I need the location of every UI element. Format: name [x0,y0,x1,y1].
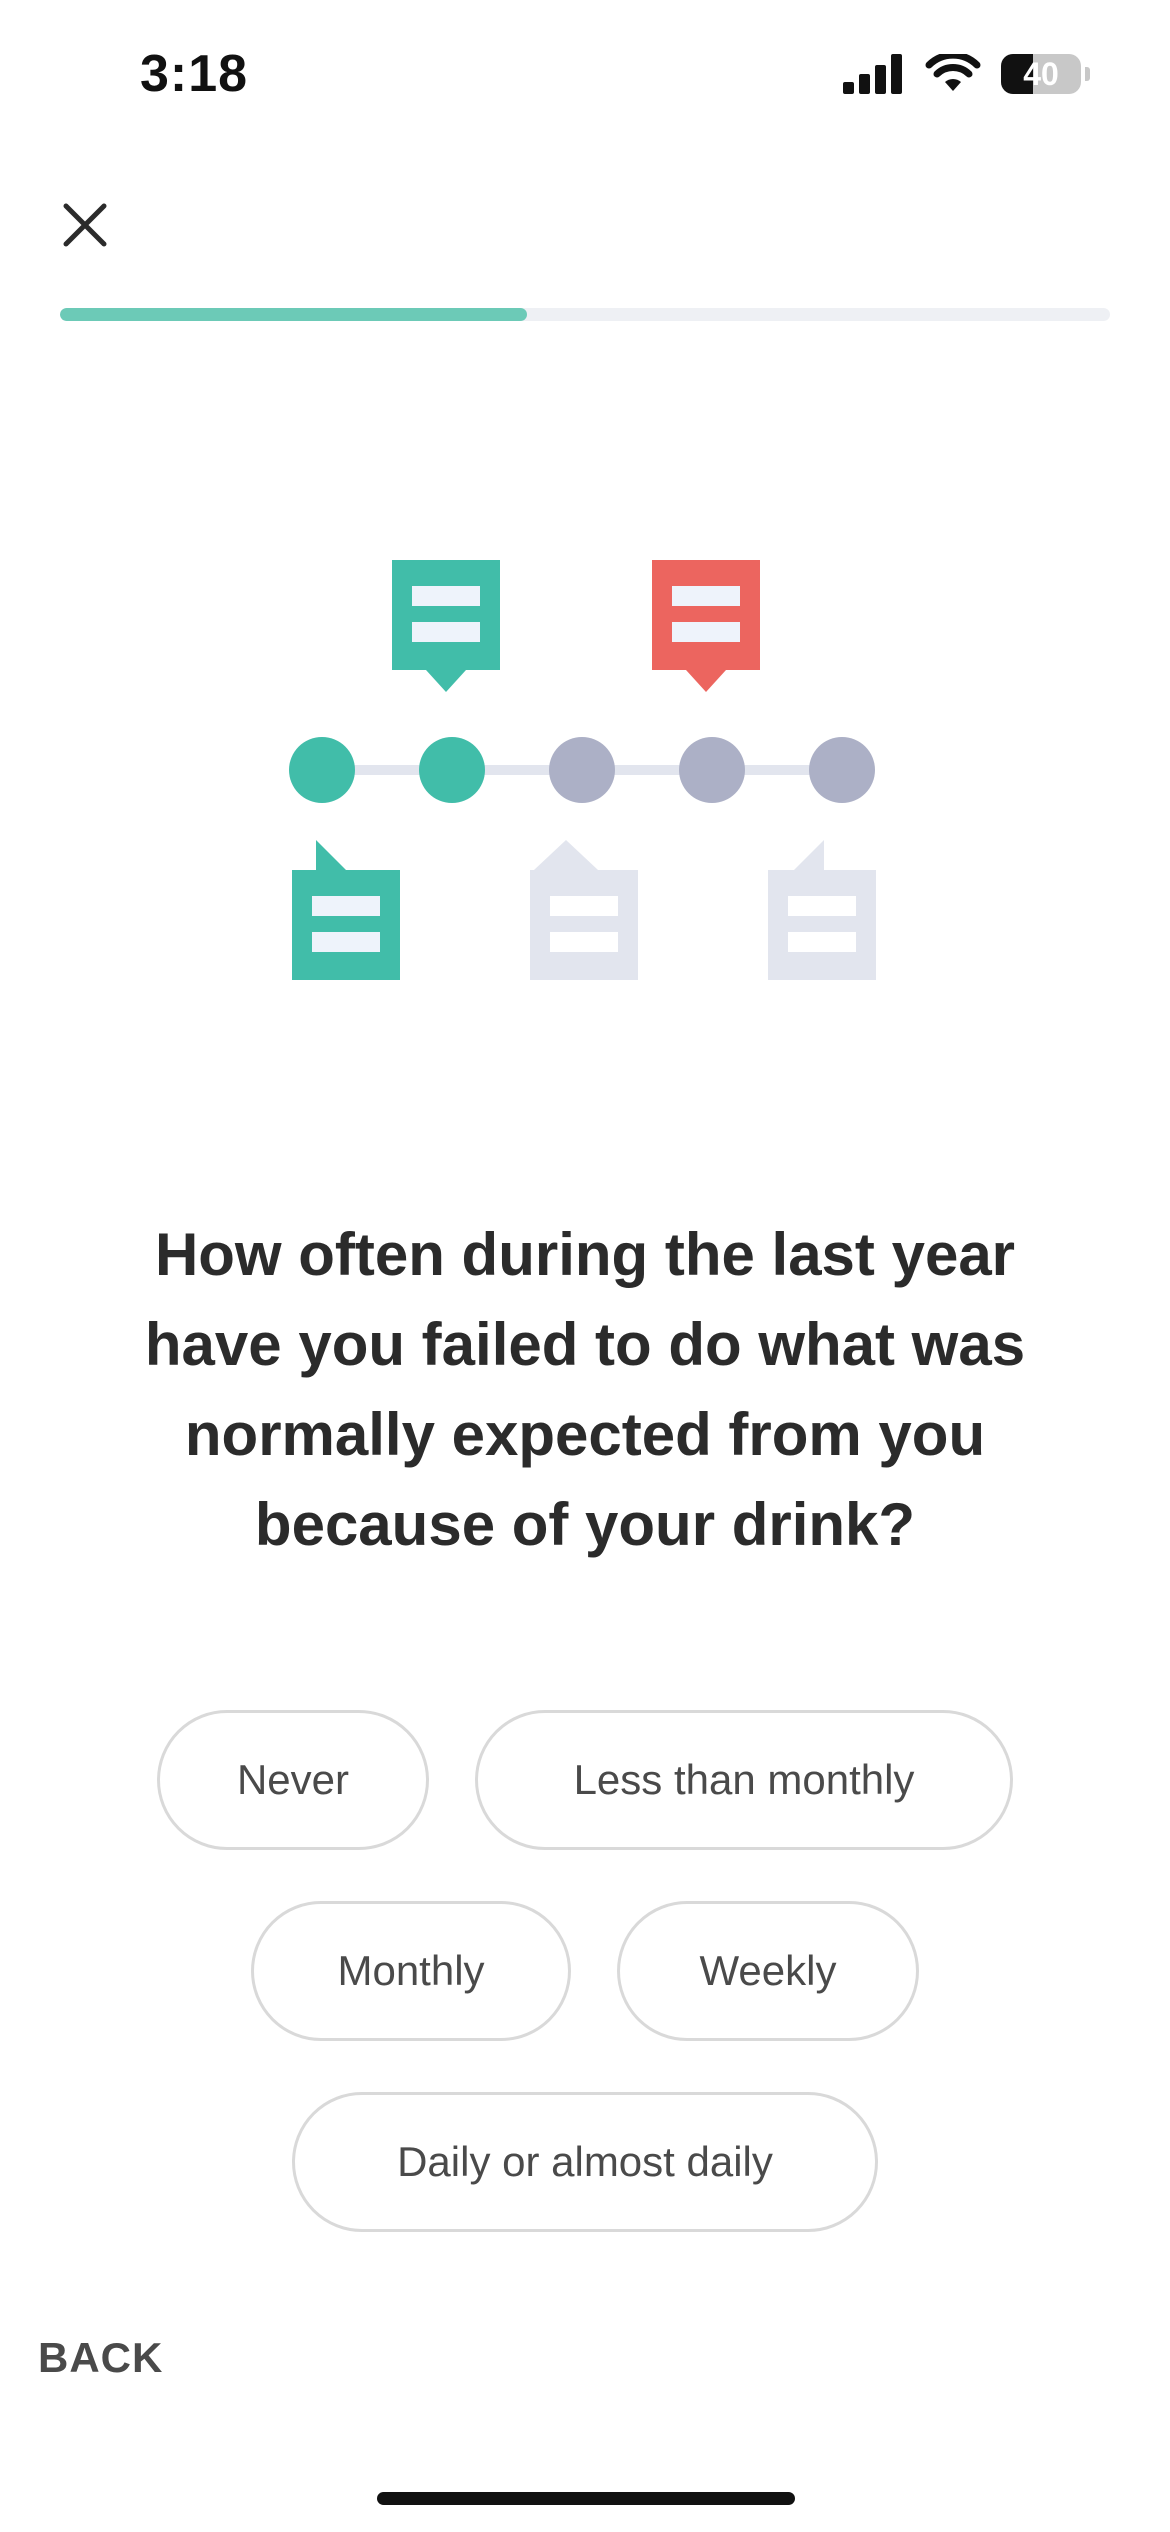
cellular-signal-icon [843,54,902,94]
timeline-dot [419,737,485,803]
answer-options: Never Less than monthly Monthly Weekly D… [0,1710,1170,2283]
answer-never-button[interactable]: Never [157,1710,429,1850]
status-icons: 40 [843,54,1090,94]
progress-fill [60,308,528,321]
battery-tip [1085,67,1090,81]
back-button[interactable]: BACK [38,2334,163,2382]
close-icon [63,203,107,247]
answer-weekly-button[interactable]: Weekly [617,1901,919,2041]
timeline-notes-illustration [289,560,876,980]
status-time: 3:18 [140,45,249,103]
close-button[interactable] [55,195,115,255]
timeline-dot [679,737,745,803]
home-indicator[interactable] [377,2492,795,2505]
battery-level: 40 [1023,56,1059,92]
status-bar: 3:18 40 [0,0,1170,150]
question-text: How often during the last year have you … [144,1221,1026,1558]
timeline-dot [549,737,615,803]
progress-bar [60,308,1110,321]
note-teal-top [392,560,500,692]
answer-daily-button[interactable]: Daily or almost daily [292,2092,878,2232]
answer-less-than-monthly-button[interactable]: Less than monthly [475,1710,1013,1850]
note-teal-bottom [292,840,400,980]
answer-monthly-button[interactable]: Monthly [251,1901,571,2041]
answer-row: Daily or almost daily [0,2092,1170,2232]
answer-row: Never Less than monthly [0,1710,1170,1850]
answer-row: Monthly Weekly [0,1901,1170,2041]
note-grey-bottom [530,840,638,980]
note-red-top [652,560,760,692]
battery-icon: 40 [1001,54,1081,94]
timeline-dot [289,737,355,803]
note-grey-bottom [768,840,876,980]
timeline-dot [809,737,875,803]
wifi-icon [925,54,981,91]
